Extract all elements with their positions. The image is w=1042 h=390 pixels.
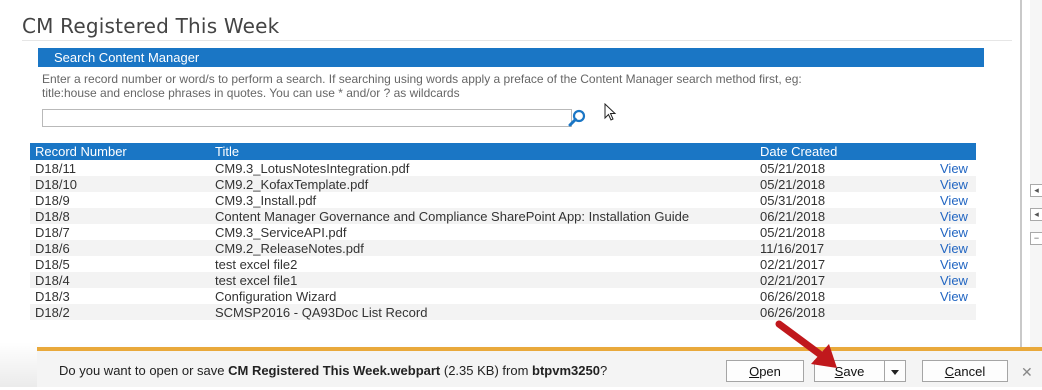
table-header-row: Record Number Title Date Created (30, 143, 976, 160)
table-row: D18/5 test excel file2 02/21/2017 View (30, 256, 976, 272)
date-created-cell: 06/26/2018 (760, 288, 826, 304)
download-filename: CM Registered This Week.webpart (228, 363, 441, 378)
title-cell: Content Manager Governance and Complianc… (210, 208, 755, 224)
webpart-header: Search Content Manager (38, 48, 984, 67)
close-icon[interactable]: ✕ (1021, 364, 1033, 381)
table-row: D18/10 CM9.2_KofaxTemplate.pdf 05/21/2018 V… (30, 176, 976, 192)
title-cell: CM9.2_ReleaseNotes.pdf (210, 240, 755, 256)
prompt-suffix: ? (599, 363, 608, 378)
date-created-cell: 02/21/2017 (760, 256, 826, 272)
date-created-cell: 05/21/2018 (755, 176, 935, 192)
cancel-label: ancel (954, 364, 986, 379)
table-row: D18/7 CM9.3_ServiceAPI.pdf 05/21/2018 View (30, 224, 976, 240)
scroll-button-mid[interactable]: ◂ (1030, 208, 1042, 221)
table-row: D18/2 SCMSP2016 - QA93Doc List Record 06/2… (30, 304, 976, 320)
date-created-cell: 06/26/2018 (755, 304, 935, 320)
open-accelerator: O (749, 364, 760, 379)
column-header-action (935, 143, 976, 160)
date-created-cell: 06/21/2018 (755, 208, 935, 224)
date-created-cell: 02/21/2017 (755, 272, 935, 288)
column-header-record-number[interactable]: Record Number (30, 143, 210, 160)
record-number-cell: D18/2 (30, 304, 210, 320)
download-notification-bar: Do you want to open or save CM Registere… (37, 347, 1042, 387)
table-row: D18/11 CM9.3_LotusNotesIntegration.pdf 05/… (30, 160, 976, 176)
column-header-title[interactable]: Title (210, 143, 755, 160)
title-divider (22, 40, 1012, 41)
file-size: (2.35 KB) from (440, 363, 533, 378)
view-link[interactable]: View (935, 192, 976, 208)
column-header-date-created[interactable]: Date Created (755, 143, 935, 160)
date-created-cell: 11/16/2017 (755, 240, 935, 256)
table-row: D18/8 Content Manager Governance and Comp… (30, 208, 976, 224)
date-created-cell: 05/21/2018 (760, 160, 826, 176)
record-number-cell: D18/11 (35, 160, 76, 176)
scroll-button-down[interactable]: − (1030, 232, 1042, 245)
date-created-cell: 05/21/2018 (760, 224, 826, 240)
table-row: D18/9 CM9.3_Install.pdf 05/31/2018 View (30, 192, 976, 208)
window-edge (1020, 0, 1022, 387)
title-cell: CM9.2_KofaxTemplate.pdf (210, 176, 755, 192)
cancel-accelerator: C (944, 364, 955, 379)
save-options-dropdown[interactable] (884, 360, 906, 382)
table-row: D18/3 Configuration Wizard 06/26/2018 View (30, 288, 976, 304)
records-table: Record Number Title Date Created D18/11 C… (30, 143, 976, 320)
view-link (935, 304, 976, 320)
table-row: D18/4 test excel file1 02/21/2017 View (30, 272, 976, 288)
prompt-prefix: Do you want to open or save (59, 363, 229, 378)
record-number-cell: D18/10 (30, 176, 210, 192)
view-link[interactable]: View (935, 240, 976, 256)
record-number-cell: D18/6 (30, 240, 210, 256)
instructions-line-1: Enter a record number or word/s to perfo… (42, 72, 802, 86)
instructions-line-2: title:house and enclose phrases in quote… (42, 86, 460, 100)
dialog-title: CM Registered This Week (22, 14, 280, 38)
table-row: D18/6 CM9.2_ReleaseNotes.pdf 11/16/2017 Vie… (30, 240, 976, 256)
title-cell: SCMSP2016 - QA93Doc List Record (210, 304, 755, 320)
title-cell: test excel file2 (215, 256, 298, 272)
record-number-cell: D18/9 (35, 192, 70, 208)
title-cell: CM9.3_Install.pdf (215, 192, 317, 208)
cancel-button[interactable]: Cancel (922, 360, 1008, 382)
mouse-cursor-icon (604, 103, 617, 121)
title-cell: test excel file1 (210, 272, 755, 288)
view-link[interactable]: View (935, 272, 976, 288)
download-source: btpvm3250 (532, 363, 600, 378)
scroll-button-up[interactable]: ◂ (1030, 184, 1042, 197)
dropdown-triangle-icon (891, 370, 899, 375)
view-link[interactable]: View (935, 288, 976, 304)
title-cell: Configuration Wizard (215, 288, 337, 304)
record-number-cell: D18/5 (35, 256, 70, 272)
view-link[interactable]: View (935, 160, 976, 176)
view-link[interactable]: View (935, 176, 976, 192)
record-number-cell: D18/4 (30, 272, 210, 288)
download-prompt-message: Do you want to open or save CM Registere… (59, 363, 607, 378)
view-link[interactable]: View (935, 256, 976, 272)
title-cell: CM9.3_LotusNotesIntegration.pdf (215, 160, 410, 176)
record-number-cell: D18/3 (35, 288, 70, 304)
search-input[interactable] (42, 109, 572, 127)
save-label: ave (843, 364, 865, 379)
view-link[interactable]: View (935, 224, 976, 240)
search-instructions: Enter a record number or word/s to perfo… (42, 72, 982, 100)
annotation-arrow (775, 320, 837, 368)
record-number-cell: D18/7 (35, 224, 70, 240)
title-cell: CM9.3_ServiceAPI.pdf (215, 224, 347, 240)
record-number-cell: D18/8 (30, 208, 210, 224)
date-created-cell: 05/31/2018 (760, 192, 826, 208)
view-link[interactable]: View (935, 208, 976, 224)
search-icon[interactable] (568, 109, 586, 127)
